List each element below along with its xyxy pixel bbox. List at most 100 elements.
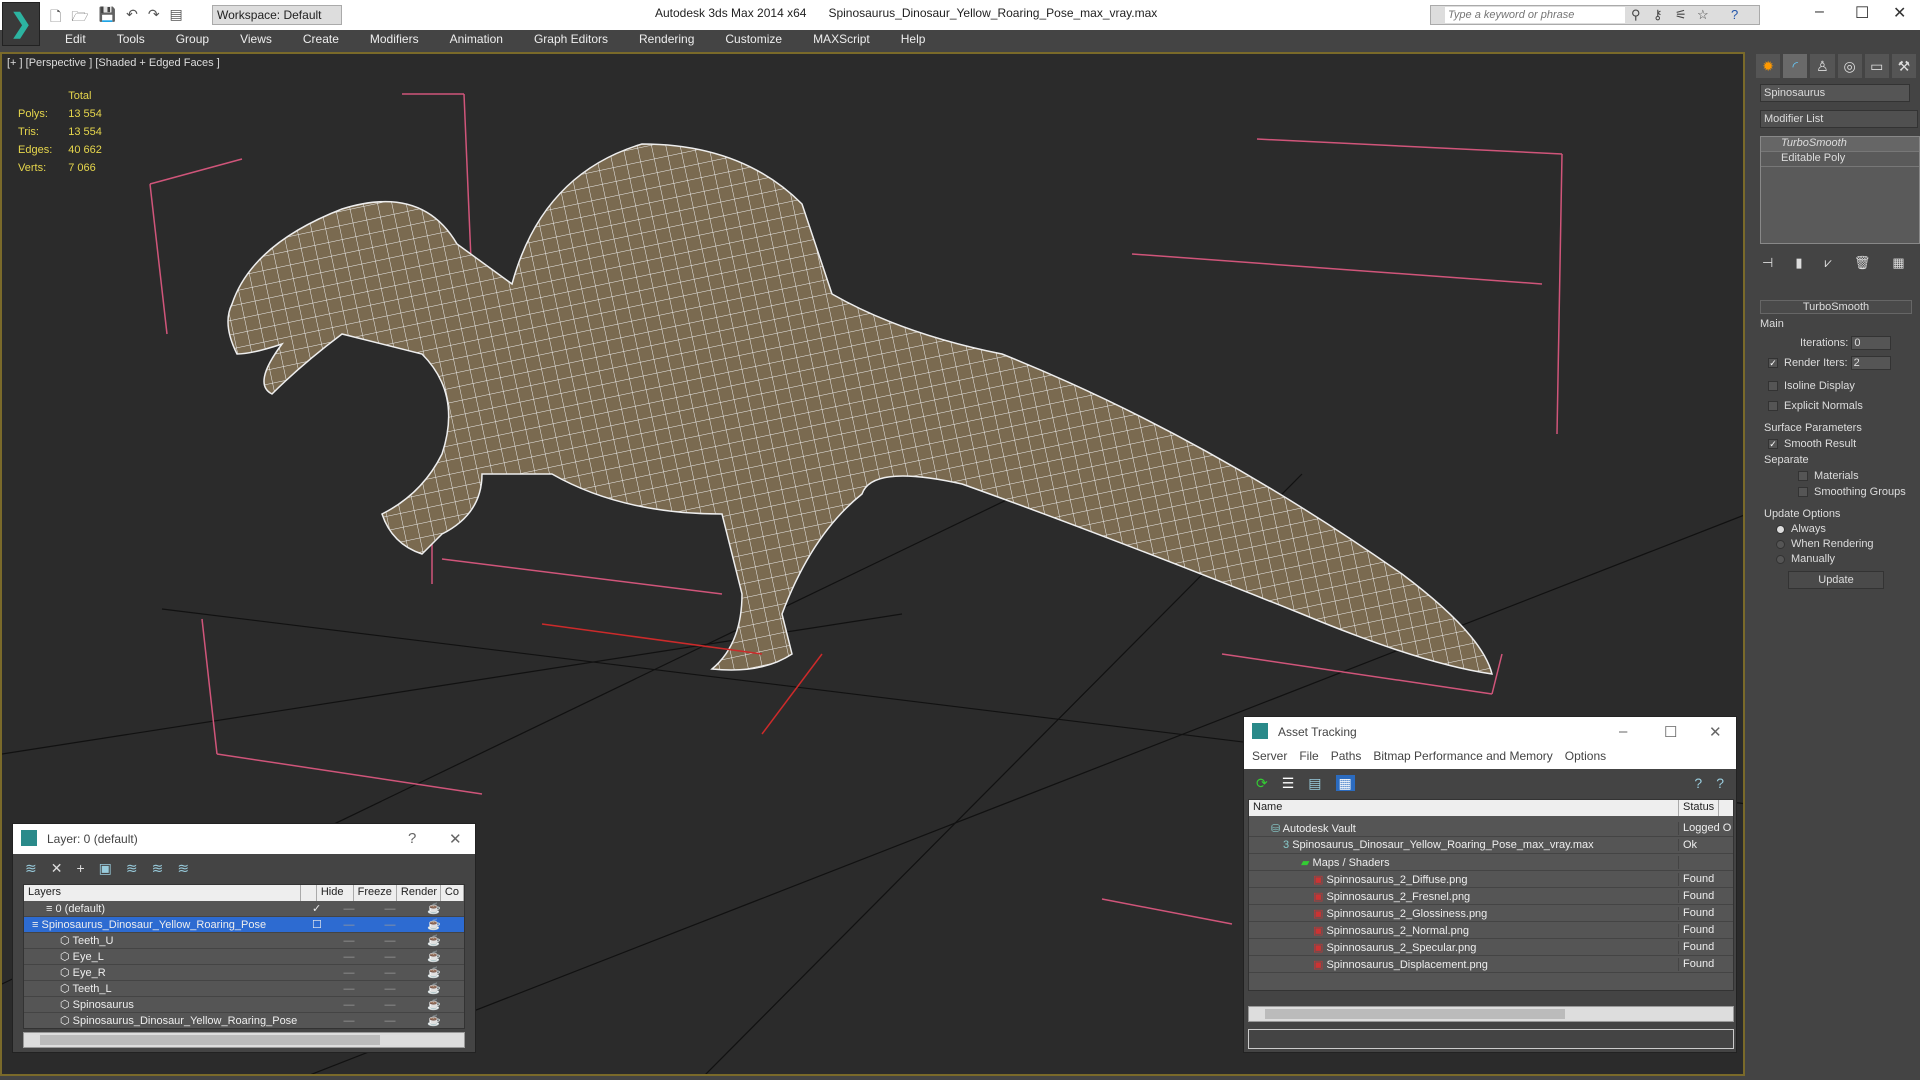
app-logo-button[interactable]: ❯ [2,2,40,46]
render-teapot-icon[interactable]: ☕ [412,918,456,931]
menu-bitmap-performance[interactable]: Bitmap Performance and Memory [1373,749,1552,767]
menu-server[interactable]: Server [1252,749,1287,767]
layer-row[interactable]: ≡ Spinosaurus_Dinosaur_Yellow_Roaring_Po… [24,917,464,933]
asset-row[interactable]: 3 Spinosaurus_Dinosaur_Yellow_Roaring_Po… [1249,837,1733,854]
render-iters-checkbox[interactable]: ✓ [1768,358,1778,369]
show-end-result-icon[interactable]: ▮ [1795,255,1802,271]
column-render[interactable]: Render [397,885,441,901]
menu-views[interactable]: Views [219,30,282,50]
menu-help[interactable]: Help [880,30,936,50]
layer-row[interactable]: ≡ 0 (default) ✓ — — ☕ [24,901,464,917]
freeze-toggle[interactable]: — [368,935,412,947]
list-view-icon[interactable]: ☰ [1282,775,1295,791]
freeze-toggle[interactable]: — [368,999,412,1011]
smoothing-groups-checkbox[interactable] [1798,487,1808,498]
hide-toggle[interactable]: — [330,1015,368,1027]
asset-row[interactable]: ▣ Spinnosaurus_2_Glossiness.png Found [1249,905,1733,922]
freeze-toggle[interactable]: — [368,983,412,995]
render-teapot-icon[interactable]: ☕ [412,950,456,963]
layer-row[interactable]: ⬡ Spinosaurus — — ☕ [24,997,464,1013]
project-icon[interactable]: ▤ [170,6,183,30]
menu-paths[interactable]: Paths [1331,749,1362,767]
hide-toggle[interactable]: — [330,919,368,931]
column-name[interactable]: Name [1249,800,1679,816]
render-teapot-icon[interactable]: ☕ [412,902,456,915]
display-tab-icon[interactable]: ▭ [1864,54,1889,78]
key-icon[interactable]: ⚷ [1653,7,1663,23]
maximize-button[interactable]: ☐ [1855,3,1869,23]
render-teapot-icon[interactable]: ☕ [412,966,456,979]
minimize-button[interactable]: – [1815,3,1824,21]
asset-row[interactable]: ⛁ Autodesk Vault Logged O [1249,820,1733,837]
layer-row[interactable]: ⬡ Eye_R — — ☕ [24,965,464,981]
hide-toggle[interactable]: — [330,999,368,1011]
render-teapot-icon[interactable]: ☕ [412,982,456,995]
render-teapot-icon[interactable]: ☕ [412,1014,456,1027]
explicit-normals-checkbox[interactable] [1768,401,1778,412]
help-button[interactable]: ? [408,830,416,847]
current-layer-toggle[interactable]: ✓ [312,902,330,915]
menu-customize[interactable]: Customize [704,30,792,50]
turbosmooth-rollout-header[interactable]: TurboSmooth [1760,300,1912,314]
hide-toggle[interactable]: — [330,967,368,979]
render-iters-spinner[interactable]: 2 [1850,356,1891,370]
layer-row[interactable]: ⬡ Eye_L — — ☕ [24,949,464,965]
minimize-button[interactable]: – [1619,723,1627,740]
modifier-list-dropdown[interactable]: Modifier List [1760,110,1918,128]
menu-options[interactable]: Options [1565,749,1606,767]
always-radio[interactable] [1776,524,1785,534]
menu-modifiers[interactable]: Modifiers [349,30,429,50]
maximize-button[interactable]: ☐ [1664,723,1677,741]
menu-edit[interactable]: Edit [44,30,96,50]
close-button[interactable]: ✕ [1893,3,1906,23]
stack-item-turbosmooth[interactable]: TurboSmooth [1761,137,1919,152]
pin-stack-icon[interactable]: ⊣ [1762,255,1773,271]
remove-modifier-icon[interactable]: 🗑 [1854,255,1871,271]
workspace-dropdown[interactable]: Workspace: Default [212,5,342,25]
help-icon[interactable]: ? [1694,775,1702,791]
menu-animation[interactable]: Animation [429,30,513,50]
menu-create[interactable]: Create [282,30,349,50]
menu-maxscript[interactable]: MAXScript [792,30,880,50]
asset-horizontal-scrollbar[interactable] [1248,1006,1734,1022]
menu-group[interactable]: Group [155,30,219,50]
configure-sets-icon[interactable]: ▦ [1892,255,1904,271]
hide-toggle[interactable]: — [330,935,368,947]
layer-horizontal-scrollbar[interactable] [23,1032,465,1048]
asset-row[interactable]: ▰ Maps / Shaders [1249,854,1733,871]
freeze-all-icon[interactable]: ≋ [177,860,189,876]
save-icon[interactable]: 💾 [99,6,116,30]
context-help-icon[interactable]: ? [1716,775,1724,791]
update-button[interactable]: Update [1788,571,1884,589]
current-layer-toggle[interactable]: ☐ [312,918,330,931]
render-teapot-icon[interactable]: ☕ [412,998,456,1011]
materials-checkbox[interactable] [1798,471,1808,482]
freeze-toggle[interactable]: — [368,951,412,963]
modify-tab-icon[interactable]: ◜ [1783,54,1808,78]
hide-toggle[interactable]: — [330,951,368,963]
new-file-icon[interactable]: 🗋 [50,6,61,30]
star-icon[interactable]: ☆ [1697,7,1709,23]
menu-tools[interactable]: Tools [96,30,155,50]
stack-item-editable-poly[interactable]: Editable Poly [1761,152,1919,167]
freeze-toggle[interactable]: — [368,919,412,931]
open-file-icon[interactable]: 🗁 [71,6,88,30]
asset-row[interactable]: ▣ Spinnosaurus_Displacement.png Found [1249,956,1733,973]
column-hide[interactable]: Hide [317,885,354,901]
make-unique-icon[interactable]: ⩗ [1824,255,1831,271]
binoculars-icon[interactable]: ⚲ [1631,7,1641,23]
iterations-spinner[interactable]: 0 [1851,336,1892,350]
column-layers[interactable]: Layers [24,885,302,901]
asset-row[interactable]: ▣ Spinnosaurus_2_Diffuse.png Found [1249,871,1733,888]
column-status[interactable]: Status [1679,800,1720,816]
object-name-field[interactable]: Spinosaurus [1760,84,1910,102]
layer-row[interactable]: ⬡ Teeth_L — — ☕ [24,981,464,997]
asset-path-field[interactable] [1248,1029,1734,1049]
create-layer-icon[interactable]: ≋ [25,860,37,876]
menu-rendering[interactable]: Rendering [618,30,704,50]
help-icon[interactable]: ? [1731,7,1738,22]
when-rendering-radio[interactable] [1776,539,1785,549]
manually-radio[interactable] [1776,554,1785,564]
motion-tab-icon[interactable]: ◎ [1837,54,1862,78]
hierarchy-tab-icon[interactable]: ♙ [1810,54,1835,78]
